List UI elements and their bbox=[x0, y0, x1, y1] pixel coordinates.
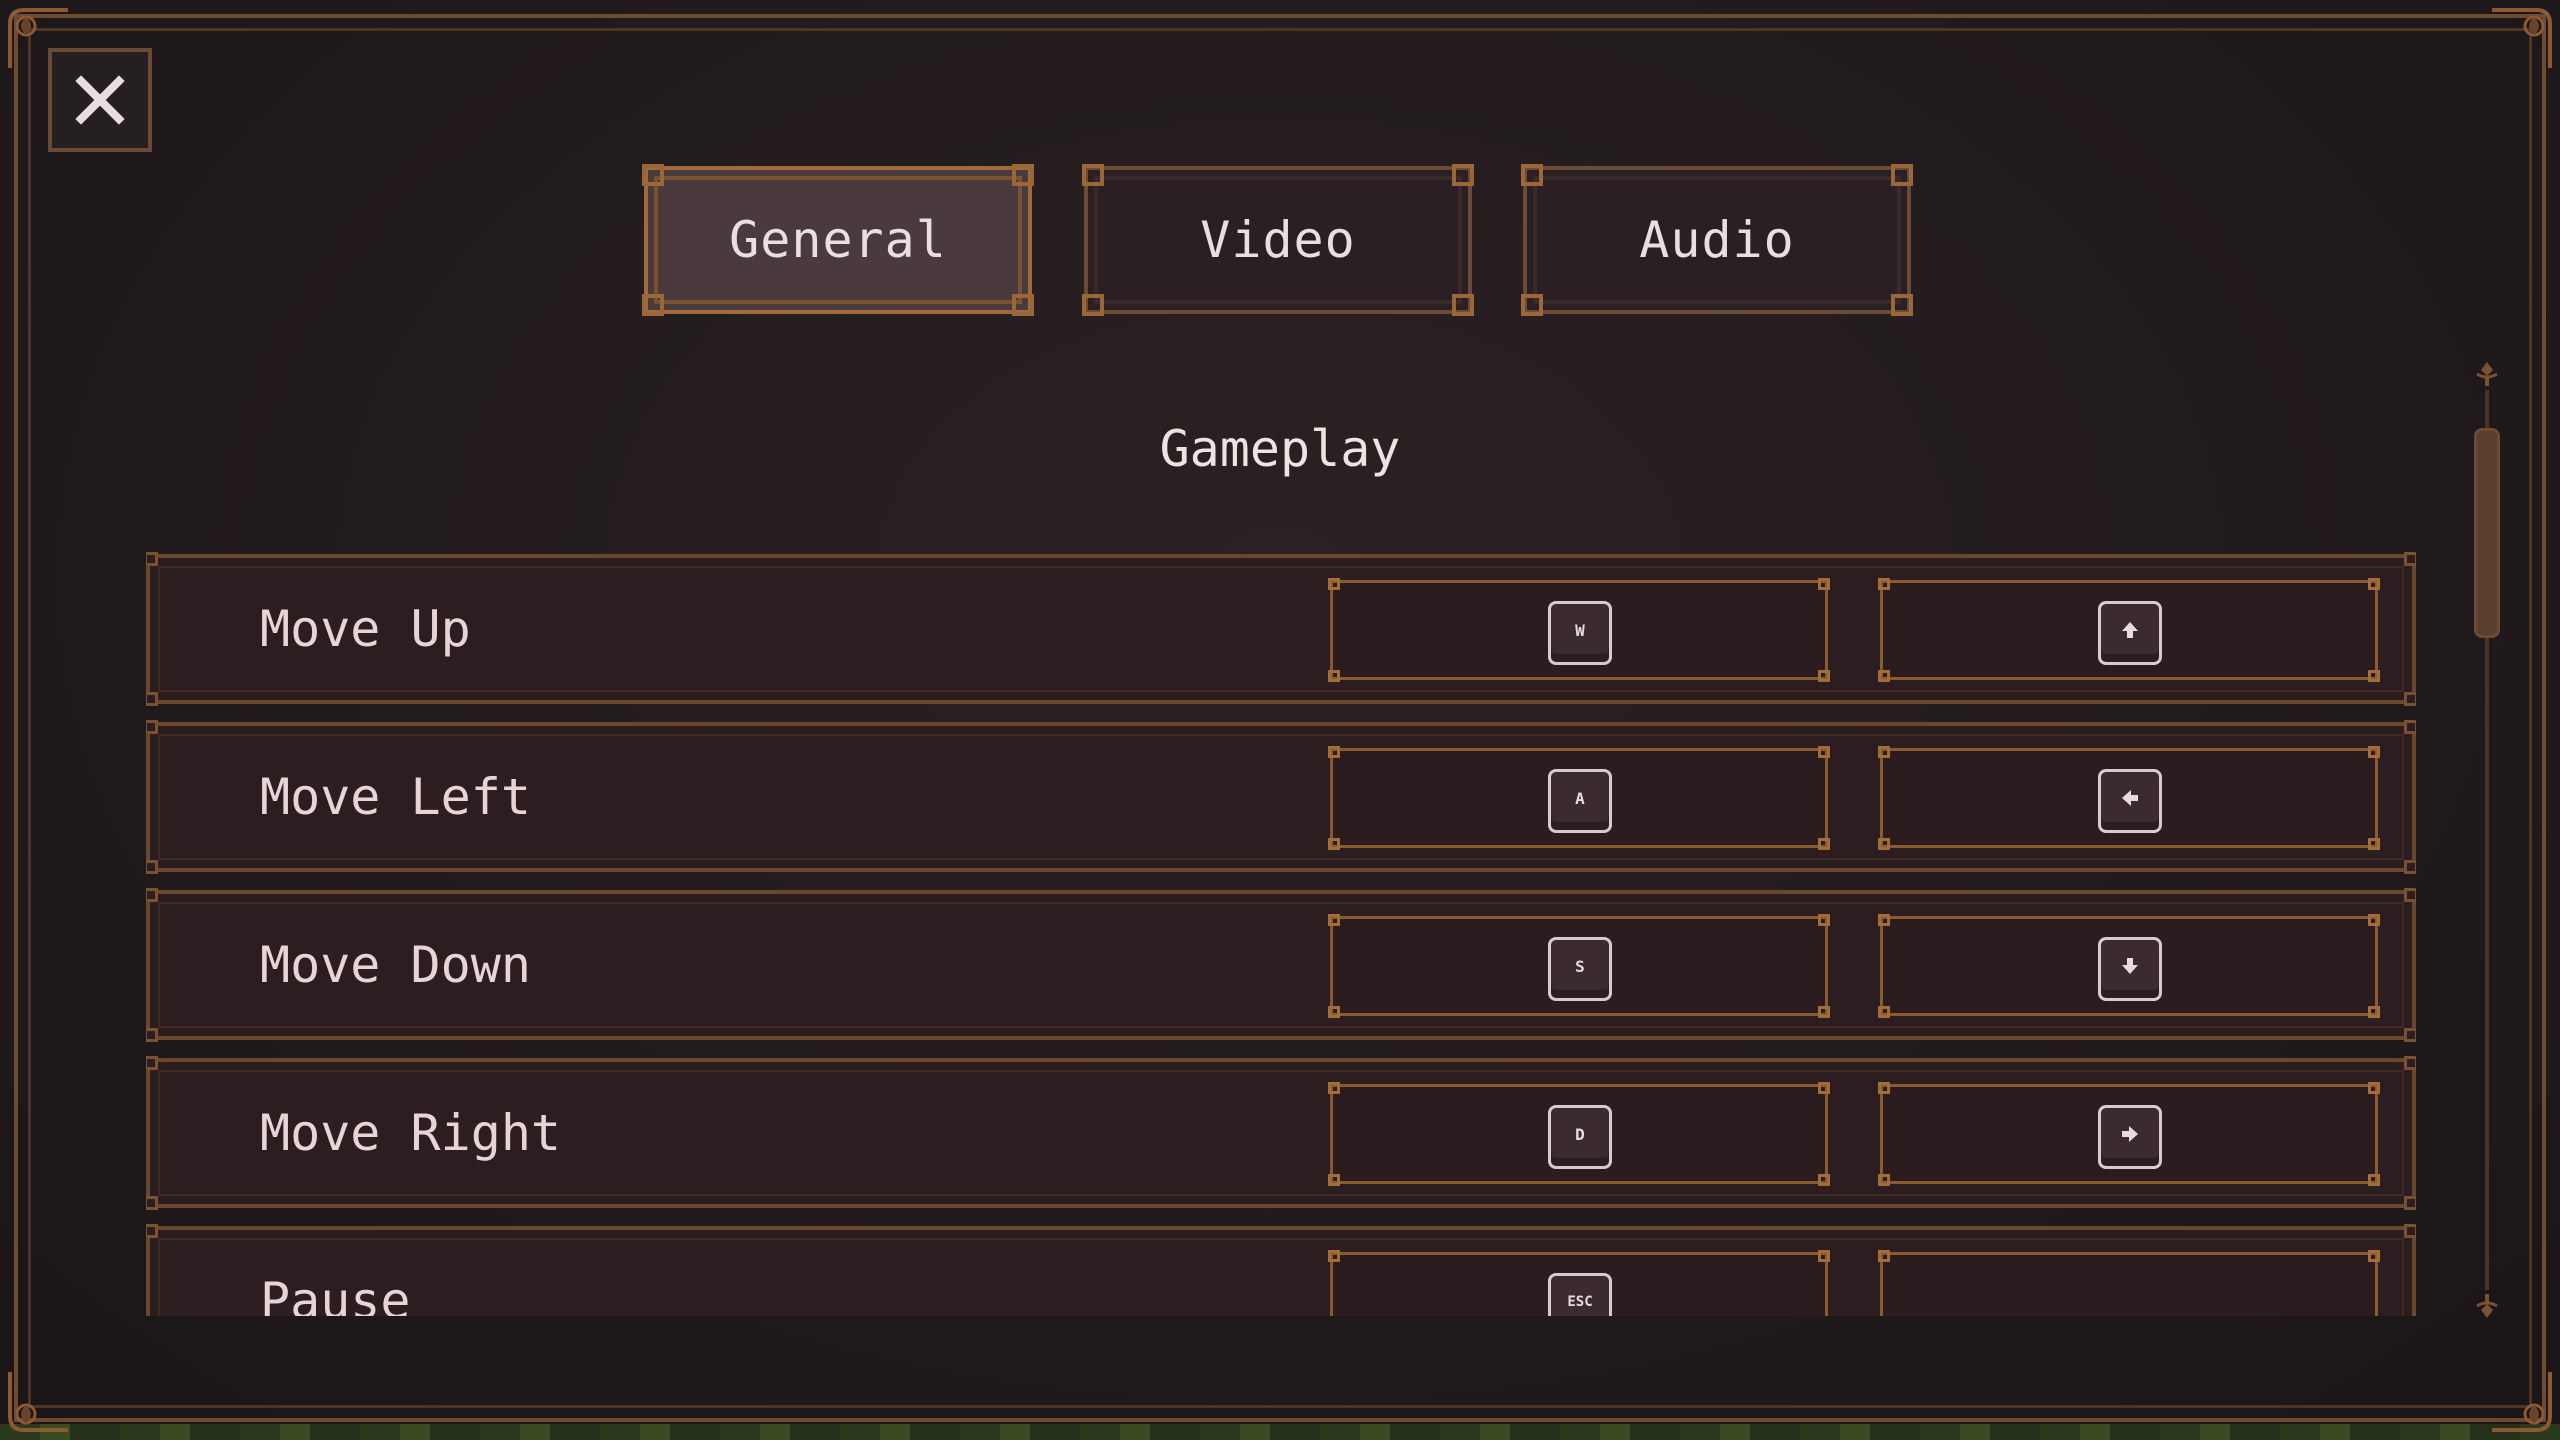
tab-label: Video bbox=[1200, 211, 1356, 269]
primary-key-slot[interactable]: ESC bbox=[1328, 1250, 1830, 1316]
keybinding-row: Move Right D bbox=[146, 1056, 2416, 1210]
corner-ornament-icon bbox=[2486, 4, 2556, 74]
key-icon: S bbox=[1548, 937, 1612, 1001]
action-label: Move Down bbox=[260, 936, 531, 994]
corner-ornament-icon bbox=[4, 1366, 74, 1436]
tab-audio[interactable]: Audio bbox=[1521, 164, 1913, 316]
keybinding-row: Move Up W bbox=[146, 552, 2416, 706]
key-icon: ESC bbox=[1548, 1273, 1612, 1316]
key-icon: W bbox=[1548, 601, 1612, 665]
arrow-right-icon bbox=[2098, 1105, 2162, 1169]
key-icon: A bbox=[1548, 769, 1612, 833]
secondary-key-slot[interactable] bbox=[1878, 1250, 2380, 1316]
primary-key-slot[interactable]: A bbox=[1328, 746, 1830, 850]
fleur-icon bbox=[2473, 360, 2501, 388]
secondary-key-slot[interactable] bbox=[1878, 578, 2380, 682]
tab-label: General bbox=[729, 211, 947, 269]
tab-general[interactable]: General bbox=[642, 164, 1034, 316]
action-label: Move Right bbox=[260, 1104, 562, 1162]
scrollbar[interactable] bbox=[2470, 360, 2504, 1320]
settings-screen: General Video Audio Gameplay Move Up W M… bbox=[0, 0, 2560, 1440]
keybinding-row: Move Down S bbox=[146, 888, 2416, 1042]
secondary-key-slot[interactable] bbox=[1878, 914, 2380, 1018]
arrow-down-icon bbox=[2098, 937, 2162, 1001]
keybinding-list: Move Up W Move Left A Move Down S Move R… bbox=[146, 550, 2416, 1316]
action-label: Move Left bbox=[260, 768, 531, 826]
primary-key-slot[interactable]: S bbox=[1328, 914, 1830, 1018]
background-foliage bbox=[0, 1424, 2560, 1440]
scroll-thumb[interactable] bbox=[2474, 428, 2500, 638]
key-icon: D bbox=[1548, 1105, 1612, 1169]
tab-label: Audio bbox=[1639, 211, 1795, 269]
arrow-up-icon bbox=[2098, 601, 2162, 665]
corner-ornament-icon bbox=[2486, 1366, 2556, 1436]
primary-key-slot[interactable]: W bbox=[1328, 578, 1830, 682]
secondary-key-slot[interactable] bbox=[1878, 1082, 2380, 1186]
fleur-icon bbox=[2473, 1292, 2501, 1320]
keybinding-row: Pause ESC bbox=[146, 1224, 2416, 1316]
primary-key-slot[interactable]: D bbox=[1328, 1082, 1830, 1186]
arrow-left-icon bbox=[2098, 769, 2162, 833]
close-icon bbox=[73, 73, 127, 127]
tab-video[interactable]: Video bbox=[1082, 164, 1474, 316]
close-button[interactable] bbox=[48, 48, 152, 152]
secondary-key-slot[interactable] bbox=[1878, 746, 2380, 850]
keybinding-row: Move Left A bbox=[146, 720, 2416, 874]
action-label: Move Up bbox=[260, 600, 471, 658]
action-label: Pause bbox=[260, 1272, 411, 1316]
section-title: Gameplay bbox=[1159, 420, 1401, 478]
